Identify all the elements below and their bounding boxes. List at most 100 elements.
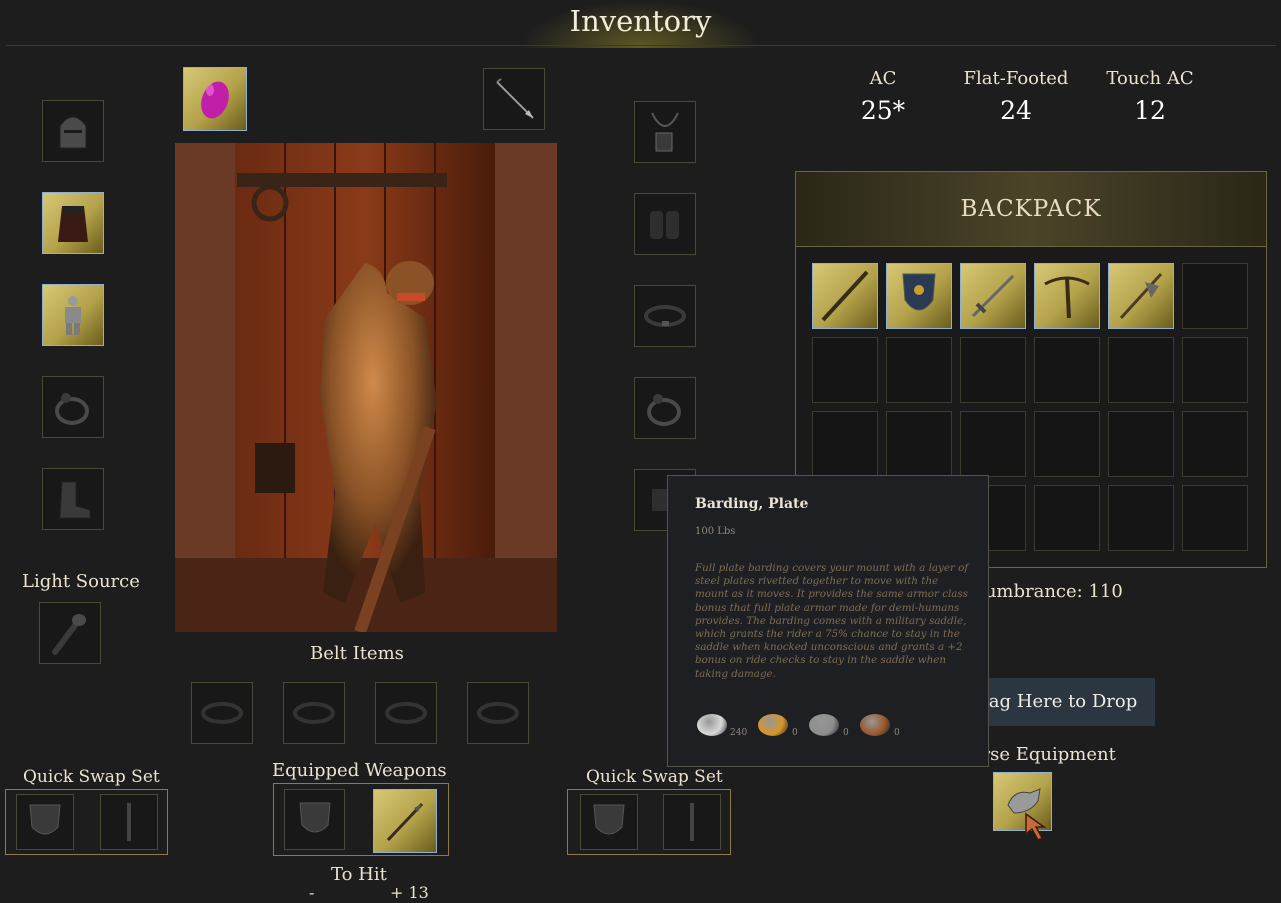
equipped-mainhand-slot[interactable] — [373, 789, 437, 853]
belt-icon — [644, 305, 686, 327]
gauntlets-icon — [650, 211, 679, 239]
gem-slot[interactable] — [183, 67, 247, 131]
backpack-empty-slot[interactable] — [1034, 337, 1100, 403]
backpack-empty-slot[interactable] — [886, 337, 952, 403]
backpack-empty-slot[interactable] — [1108, 411, 1174, 477]
backpack-empty-slot[interactable] — [1182, 411, 1248, 477]
backpack-empty-slot[interactable] — [1034, 411, 1100, 477]
ring-slot-left[interactable] — [42, 376, 104, 438]
ac-label: AC — [869, 68, 897, 89]
ac-value: 25* — [860, 96, 906, 125]
belt-icon — [385, 702, 427, 724]
equipped-weapons-group — [273, 783, 449, 856]
quick-swap-right-dagger[interactable] — [663, 794, 721, 850]
quick-swap-left-dagger[interactable] — [100, 794, 158, 850]
touch-ac-label: Touch AC — [1106, 68, 1194, 89]
title-divider — [6, 45, 1276, 46]
dagger-icon — [127, 803, 131, 841]
belt-icon — [477, 702, 519, 724]
helmet-slot[interactable] — [42, 100, 104, 162]
tooltip-item-description: Full plate barding covers your mount wit… — [695, 562, 969, 680]
to-hit-left: - — [309, 883, 315, 902]
belt-item-slot[interactable] — [467, 682, 529, 744]
cursor-icon — [1025, 812, 1047, 841]
quick-swap-left-group — [5, 789, 168, 855]
backpack-empty-slot[interactable] — [1108, 485, 1174, 551]
amulet-slot[interactable] — [634, 101, 696, 163]
plate-armor-icon — [65, 296, 81, 335]
item-tooltip: Barding, Plate 100 Lbs Full plate bardin… — [667, 475, 989, 767]
gloves-slot[interactable] — [634, 193, 696, 255]
copper-coin-value: 0 — [894, 728, 900, 738]
backpack-empty-slot[interactable] — [812, 411, 878, 477]
backpack-empty-slot[interactable] — [812, 337, 878, 403]
crossbow-icon — [1044, 276, 1090, 319]
backpack-empty-slot[interactable] — [1182, 337, 1248, 403]
backpack-item-slot[interactable] — [812, 263, 878, 329]
quick-swap-right-group — [567, 789, 731, 855]
gold-coin-icon — [758, 714, 788, 736]
quick-swap-right-shield[interactable] — [580, 794, 638, 850]
quarterstaff-icon — [821, 270, 869, 322]
backpack-empty-slot[interactable] — [1108, 337, 1174, 403]
page-title: Inventory — [569, 4, 712, 38]
platinum-coin-value: 240 — [730, 728, 748, 738]
helmet-icon — [59, 116, 87, 149]
backpack-empty-slot[interactable] — [1182, 485, 1248, 551]
flat-footed-label: Flat-Footed — [963, 68, 1069, 89]
backpack-empty-slot[interactable] — [960, 411, 1026, 477]
tooltip-item-weight: 100 Lbs — [695, 526, 736, 537]
belt-item-slot[interactable] — [283, 682, 345, 744]
belt-item-slot[interactable] — [191, 682, 253, 744]
quick-swap-right-label: Quick Swap Set — [586, 767, 723, 787]
backpack-empty-slot[interactable] — [960, 337, 1026, 403]
belt-item-slot[interactable] — [375, 682, 437, 744]
backpack-header: BACKPACK — [796, 172, 1266, 247]
equipped-weapons-label: Equipped Weapons — [272, 760, 447, 781]
boots-slot[interactable] — [42, 468, 104, 530]
backpack-empty-slot[interactable] — [1182, 263, 1248, 329]
platinum-coin-icon — [697, 714, 727, 736]
shield-icon — [29, 804, 61, 835]
halberd-icon — [1119, 272, 1163, 320]
boots-icon — [59, 481, 91, 519]
copper-coin-icon — [860, 714, 890, 736]
gold-coin-value: 0 — [792, 728, 798, 738]
touch-ac-value: 12 — [1134, 96, 1166, 125]
light-source-label: Light Source — [22, 571, 140, 592]
dagger-icon — [690, 803, 694, 841]
quick-swap-left-label: Quick Swap Set — [23, 767, 160, 787]
backpack-item-slot[interactable] — [960, 263, 1026, 329]
character-portrait — [175, 143, 557, 632]
to-hit-label: To Hit — [331, 864, 387, 885]
shield-icon — [298, 802, 331, 832]
backpack-title: BACKPACK — [960, 196, 1102, 222]
heater-shield-icon — [902, 273, 936, 311]
backpack-empty-slot[interactable] — [1034, 485, 1100, 551]
tooltip-item-name: Barding, Plate — [695, 496, 809, 512]
purple-gem-icon — [201, 81, 229, 119]
backpack-item-slot[interactable] — [1108, 263, 1174, 329]
backpack-item-slot[interactable] — [886, 263, 952, 329]
light-source-slot[interactable] — [39, 602, 101, 664]
flat-footed-value: 24 — [1000, 96, 1032, 125]
shield-icon — [593, 804, 625, 835]
backpack-item-slot[interactable] — [1034, 263, 1100, 329]
amulet-icon — [651, 112, 679, 152]
to-hit-right: + 13 — [390, 883, 429, 902]
cloak-slot[interactable] — [42, 192, 104, 254]
ring-icon — [55, 393, 89, 425]
ammo-slot[interactable] — [483, 68, 545, 130]
longsword-icon — [971, 274, 1015, 318]
belt-slot[interactable] — [634, 285, 696, 347]
quick-swap-left-shield[interactable] — [16, 794, 74, 850]
ring-icon — [647, 394, 681, 426]
armor-slot[interactable] — [42, 284, 104, 346]
backpack-empty-slot[interactable] — [886, 411, 952, 477]
belt-icon — [293, 702, 335, 724]
silver-coin-icon — [809, 714, 839, 736]
ring-slot-right[interactable] — [634, 377, 696, 439]
arrow-icon — [496, 78, 534, 119]
equipped-offhand-slot[interactable] — [284, 789, 345, 850]
silver-coin-value: 0 — [843, 728, 849, 738]
